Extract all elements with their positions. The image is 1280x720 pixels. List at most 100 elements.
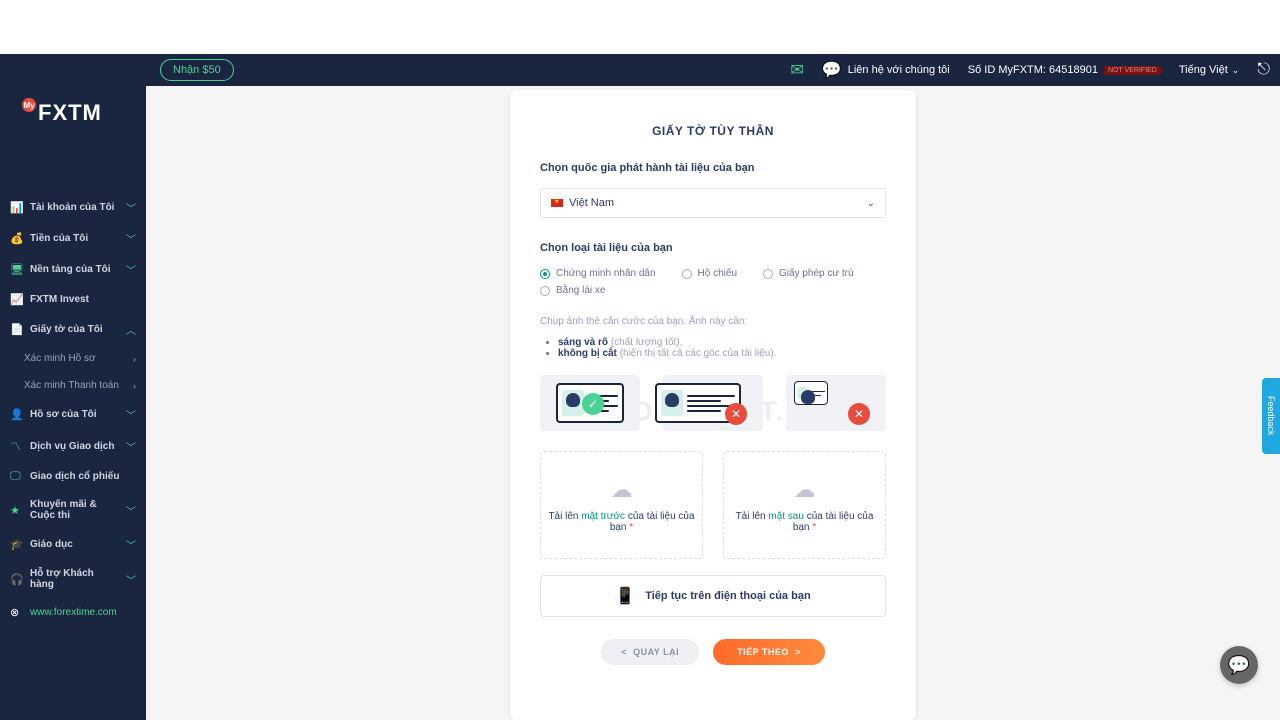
feedback-tab[interactable]: Feedback	[1262, 378, 1280, 454]
nav-label: Xác minh Thanh toán	[24, 380, 125, 391]
radio-icon	[540, 286, 550, 296]
contact-us[interactable]: 💬 Liên hệ với chúng tôi	[822, 60, 950, 80]
chevron-icon: ︿	[126, 322, 136, 337]
req-item: sáng và rõ (chất lượng tốt),	[558, 337, 886, 348]
sidebar-item[interactable]: 🖵 Giao dịch cổ phiếu	[0, 462, 146, 491]
top-blank	[0, 0, 1280, 54]
radio-label: Hộ chiếu	[698, 268, 737, 279]
doc-type-radio-group: Chứng minh nhân dân Hộ chiếu Giấy phép cư …	[540, 268, 886, 296]
chevron-icon: ﹀	[126, 262, 136, 277]
back-button[interactable]: < QUAY LẠI	[601, 639, 699, 665]
example-images: ✓ ✕ ✕	[540, 375, 886, 431]
logo-brand: FXTM	[38, 100, 102, 126]
upload-front-label: Tải lên mặt trước của tài liệu của bạn *	[547, 511, 696, 533]
nav-icon: ⊗	[10, 606, 22, 619]
nav-icon: 📈	[10, 293, 22, 306]
nav-label: Tài khoản của Tôi	[30, 202, 118, 213]
chevron-icon: ﹀	[126, 503, 136, 518]
mail-icon[interactable]: ✉	[790, 60, 803, 80]
doc-type-label: Chọn loại tài liệu của bạn	[540, 242, 886, 254]
chevron-icon: ﹀	[126, 407, 136, 422]
nav-icon: ★	[10, 504, 22, 517]
bonus-button[interactable]: Nhận $50	[160, 59, 234, 81]
radio-icon	[682, 269, 692, 279]
radio-label: Giấy phép cư trú	[779, 268, 854, 279]
sidebar-item[interactable]: 💰Tiền của Tôi﹀	[0, 223, 146, 254]
check-icon: ✓	[582, 393, 604, 415]
chat-icon: 💬	[822, 60, 842, 80]
chevron-down-icon: ⌄	[1232, 65, 1240, 76]
nav-icon: 🎓	[10, 538, 22, 551]
doc-type-radio[interactable]: Giấy phép cư trú	[763, 268, 854, 279]
nav-label: Hồ sơ của Tôi	[30, 409, 118, 420]
doc-type-radio[interactable]: Chứng minh nhân dân	[540, 268, 656, 279]
requirements-list: sáng và rõ (chất lượng tốt), không bị cắ…	[540, 337, 886, 359]
cloud-upload-icon: ☁	[794, 477, 816, 503]
sidebar-item[interactable]: 📄Giấy tờ của Tôi︿	[0, 314, 146, 345]
upload-row: ☁ Tải lên mặt trước của tài liệu của bạn…	[540, 451, 886, 559]
logo-my-badge: My	[22, 98, 36, 112]
nav-icon: 🖵	[10, 470, 22, 483]
sidebar: My FXTM 📊 Tài khoản của Tôi ﹀ 💰 Tiền của Tôi…	[0, 86, 146, 720]
sidebar-item[interactable]: ⊗ www.forextime.com	[0, 598, 146, 627]
sidebar-subitem[interactable]: Xác minh Thanh toán ›	[0, 372, 146, 399]
next-button[interactable]: TIẾP THEO >	[713, 639, 825, 665]
nav-label: Hỗ trợ Khách hàng	[30, 568, 118, 590]
nav-icon: 🖥	[10, 263, 22, 276]
nav-label: Giao dịch cổ phiếu	[30, 471, 136, 482]
sidebar-item[interactable]: 📈FXTM Invest	[0, 285, 146, 314]
nav-icon: 👤	[10, 408, 22, 421]
cross-icon: ✕	[725, 403, 747, 425]
sidebar-item[interactable]: 🖥 Nền tảng của Tôi ﹀	[0, 254, 146, 285]
sidebar-item[interactable]: 📊Tài khoản của Tôi﹀	[0, 192, 146, 223]
sidebar-item[interactable]: ★ Khuyến mãi & Cuộc thi ﹀	[0, 491, 146, 529]
nav-label: Tiền của Tôi	[30, 233, 118, 244]
nav: 📊 Tài khoản của Tôi ﹀ 💰 Tiền của Tôi ﹀ 🖥 Nền tả…	[0, 192, 146, 627]
nav-label: Khuyến mãi & Cuộc thi	[30, 499, 118, 521]
req-item: không bị cắt (hiện thị tất cả các góc củ…	[558, 348, 886, 359]
continue-on-phone[interactable]: 📱 Tiếp tục trên điện thoại của bạn	[540, 575, 886, 617]
nav-label: www.forextime.com	[30, 607, 136, 618]
logout-icon[interactable]: ⎋	[1257, 61, 1270, 79]
flag-vn-icon	[551, 199, 563, 207]
nav-label: Nền tảng của Tôi	[30, 264, 118, 275]
chevron-icon: ﹀	[126, 537, 136, 552]
photo-hint: Chụp ảnh thẻ căn cước của bạn. Ảnh này c…	[540, 316, 886, 327]
radio-icon	[763, 269, 773, 279]
sidebar-item[interactable]: 〽 Dịch vụ Giao dịch ﹀	[0, 430, 146, 462]
chat-bubble-button[interactable]: 💬	[1220, 646, 1258, 684]
example-toosmall: ✕	[786, 375, 886, 431]
chevron-icon: ﹀	[126, 439, 136, 454]
nav-label: Xác minh Hồ sơ	[24, 353, 125, 364]
nav-label: Dịch vụ Giao dịch	[30, 441, 118, 452]
country-field-label: Chọn quốc gia phát hành tài liệu của bạn	[540, 162, 886, 174]
sidebar-item[interactable]: 🎧Hỗ trợ Khách hàng﹀	[0, 560, 146, 598]
header-bar: Nhận $50 ✉ 💬 Liên hệ với chúng tôi Số ID…	[0, 54, 1280, 86]
language-selector[interactable]: Tiếng Việt ⌄	[1179, 64, 1239, 76]
example-good: ✓	[540, 375, 640, 431]
nav-label: Giáo dục	[30, 539, 118, 550]
sidebar-subitem[interactable]: Xác minh Hồ sơ ›	[0, 345, 146, 372]
country-select[interactable]: Việt Nam ⌄	[540, 188, 886, 218]
country-value: Việt Nam	[569, 197, 614, 209]
chevron-down-icon: ⌄	[867, 198, 875, 209]
arrow-icon: ›	[133, 354, 136, 364]
radio-icon	[540, 269, 550, 279]
sidebar-item[interactable]: 🎓 Giáo dục ﹀	[0, 529, 146, 560]
action-buttons: < QUAY LẠI TIẾP THEO >	[540, 639, 886, 665]
cross-icon: ✕	[848, 403, 870, 425]
doc-type-radio[interactable]: Bằng lái xe	[540, 285, 605, 296]
nav-icon: 📊	[10, 201, 22, 214]
nav-icon: 💰	[10, 232, 22, 245]
radio-label: Bằng lái xe	[556, 285, 605, 296]
upload-back[interactable]: ☁ Tải lên mặt sau của tài liệu của bạn *	[723, 451, 886, 559]
upload-front[interactable]: ☁ Tải lên mặt trước của tài liệu của bạn…	[540, 451, 703, 559]
upload-back-label: Tải lên mặt sau của tài liệu của bạn *	[730, 511, 879, 533]
sidebar-item[interactable]: 👤 Hồ sơ của Tôi ﹀	[0, 399, 146, 430]
arrow-icon: ›	[133, 381, 136, 391]
doc-type-radio[interactable]: Hộ chiếu	[682, 268, 737, 279]
example-cropped: ✕	[663, 375, 763, 431]
nav-icon: 〽	[10, 438, 22, 454]
nav-icon: 📄	[10, 323, 22, 336]
identity-card: TRADERPTKT.COM GIẤY TỜ TÙY THÂN Chọn quố…	[510, 90, 916, 720]
